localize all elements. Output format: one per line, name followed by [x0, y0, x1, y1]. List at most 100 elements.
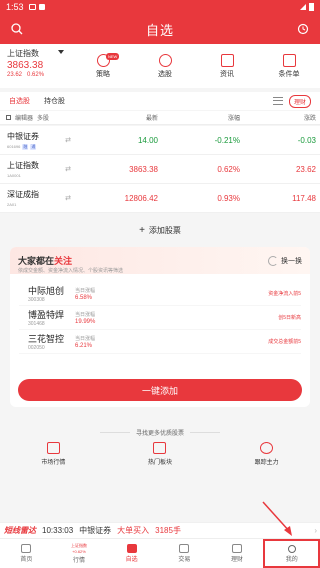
- reco-name: 博盈特焊: [28, 310, 65, 320]
- quick-news[interactable]: 资讯: [202, 53, 252, 79]
- feature-entries: 市场行情 热门板块 跟踪主力: [0, 442, 320, 476]
- hot-sector-entry[interactable]: 热门板块: [120, 442, 200, 476]
- index-change: 23.62: [7, 72, 23, 78]
- column-change[interactable]: 涨跌: [240, 113, 320, 122]
- stock-name: 上证指数: [7, 161, 39, 170]
- plus-icon: +: [139, 224, 145, 236]
- reco-rate: 6.21%: [75, 342, 93, 349]
- quick-entry-bar: NEW 策略 选股 资讯 条件单: [68, 44, 320, 88]
- tab-holdings[interactable]: 持仓股: [44, 96, 65, 106]
- list-item[interactable]: 博盈特焊 301468 当日涨幅 19.99% 创5日新高: [19, 306, 301, 330]
- reco-rate: 6.58%: [75, 294, 93, 301]
- news-icon: [220, 53, 234, 67]
- stock-change: 23.62: [295, 164, 316, 174]
- finance-button[interactable]: 理财: [288, 94, 311, 108]
- stock-name: 深证成指: [7, 190, 39, 199]
- search-icon[interactable]: [2, 14, 32, 44]
- refresh-icon: [268, 255, 278, 266]
- quick-label: 策略: [96, 70, 110, 78]
- track-main-force-icon: [260, 442, 274, 454]
- stock-price: 12806.42: [124, 193, 158, 203]
- recommend-card: 大家都在关注 依成交金额、资金净流入情况、个股资讯等筛选 换一换 中际旭创 30…: [10, 247, 310, 407]
- list-view-icon[interactable]: [272, 97, 283, 105]
- track-main-force-entry[interactable]: 跟踪主力: [227, 442, 307, 476]
- radar-action: 大单买入: [117, 526, 150, 535]
- table-row[interactable]: 深证成指 2A01 ⇄ 12806.42 0.93% 117.48: [0, 184, 320, 213]
- history-icon[interactable]: [288, 14, 318, 44]
- status-bar: 1:53: [0, 0, 320, 14]
- add-all-button[interactable]: 一键添加: [18, 379, 302, 401]
- battery-icon: [309, 3, 314, 11]
- stock-price: 14.00: [137, 135, 158, 145]
- new-badge: NEW: [106, 52, 120, 60]
- nav-mine[interactable]: 我的: [263, 539, 320, 568]
- nav-market[interactable]: 上证指数 +0.62% 行情: [53, 539, 106, 568]
- stock-code: 601696: [7, 144, 21, 149]
- swap-icon[interactable]: ⇄: [60, 165, 76, 173]
- column-percent[interactable]: 涨幅: [158, 113, 240, 122]
- trade-icon: [179, 544, 190, 553]
- nav-trade[interactable]: 交易: [158, 539, 211, 568]
- stock-picker-icon: [158, 53, 172, 67]
- index-selector[interactable]: 上证指数 3863.38 23.62 0.62%: [0, 44, 68, 88]
- reco-code: 002050: [28, 345, 45, 351]
- reco-code: 300308: [28, 297, 45, 303]
- status-time: 1:53: [6, 2, 24, 12]
- watchlist-tabs: 自选股 持仓股 理财: [0, 92, 320, 110]
- market-trend-entry[interactable]: 市场行情: [13, 442, 93, 476]
- reco-name: 中际旭创: [28, 286, 65, 296]
- list-item[interactable]: 三花智控 002050 当日涨幅 6.21% 成交总金额前5: [19, 330, 301, 354]
- reco-reason: 成交总金额前5: [268, 339, 301, 345]
- quick-label: 资讯: [220, 70, 234, 78]
- index-value: 3863.38: [7, 60, 44, 71]
- edit-button[interactable]: 编辑器: [15, 113, 33, 122]
- market-trend-icon: [46, 442, 60, 454]
- quick-conditional-order[interactable]: 条件单: [264, 53, 314, 79]
- reco-label: 当日涨幅: [75, 287, 96, 294]
- chevron-down-icon: [58, 50, 64, 54]
- stock-list: 中银证券 601696 融 通 ⇄ 14.00 -0.21% -0.03 上证指…: [0, 126, 320, 213]
- chevron-right-icon: ›: [314, 526, 317, 535]
- margin-tag: 融: [22, 143, 29, 150]
- stock-percent: -0.21%: [214, 135, 240, 145]
- stock-code: 1A0001: [7, 173, 21, 178]
- card-subtitle: 依成交金额、资金净流入情况、个股资讯等筛选: [18, 268, 124, 274]
- swap-icon[interactable]: ⇄: [60, 136, 76, 144]
- profile-icon: [287, 544, 296, 553]
- message-icon: [28, 4, 36, 10]
- column-price[interactable]: 最新: [76, 113, 158, 122]
- conditional-order-icon: [282, 53, 296, 67]
- index-percent: 0.62%: [27, 72, 45, 78]
- multi-stock-button[interactable]: 多股: [37, 113, 49, 122]
- nav-home[interactable]: 首页: [0, 539, 53, 568]
- swap-icon[interactable]: ⇄: [60, 194, 76, 202]
- table-row[interactable]: 上证指数 1A0001 ⇄ 3863.38 0.62% 23.62: [0, 155, 320, 184]
- radar-amount: 3185手: [155, 526, 181, 535]
- table-header: 编辑器 多股 最新 涨幅 涨跌: [0, 111, 320, 125]
- find-more-divider: 寻找更多优质股票: [0, 427, 320, 437]
- connect-tag: 通: [30, 143, 37, 150]
- add-stock-link[interactable]: + 添加股票: [0, 219, 320, 241]
- top-card: 上证指数 3863.38 23.62 0.62% NEW 策略 选股 资讯 条件…: [0, 44, 320, 88]
- quick-stock-picker[interactable]: 选股: [140, 53, 190, 79]
- watchlist-icon: [126, 544, 137, 553]
- nav-finance[interactable]: 理财: [211, 539, 264, 568]
- table-row[interactable]: 中银证券 601696 融 通 ⇄ 14.00 -0.21% -0.03: [0, 126, 320, 155]
- refresh-button[interactable]: 换一换: [268, 255, 302, 266]
- tab-watchlist[interactable]: 自选股: [9, 96, 30, 106]
- quick-strategy[interactable]: NEW 策略: [78, 52, 128, 79]
- reco-name: 三花智控: [28, 334, 65, 344]
- edit-icon[interactable]: [6, 115, 11, 120]
- list-item[interactable]: 中际旭创 300308 当日涨幅 6.58% 资金净流入前5: [19, 282, 301, 306]
- card-title: 大家都在关注: [18, 256, 73, 266]
- finance-icon: [232, 544, 243, 553]
- radar-ticker[interactable]: 短线雷达 10:33:03 中银证券 大单买入 3185手 ›: [0, 522, 320, 538]
- radar-brand: 短线雷达: [4, 526, 36, 535]
- nav-watchlist[interactable]: 自选: [105, 539, 158, 568]
- reco-reason: 创5日新高: [278, 315, 301, 321]
- bottom-nav: 首页 上证指数 +0.62% 行情 自选 交易 理财 我的: [0, 538, 320, 568]
- page-title: 自选: [145, 22, 174, 38]
- stock-percent: 0.93%: [217, 193, 240, 203]
- stock-name: 中银证券: [7, 131, 39, 141]
- add-stock-label: 添加股票: [148, 225, 181, 235]
